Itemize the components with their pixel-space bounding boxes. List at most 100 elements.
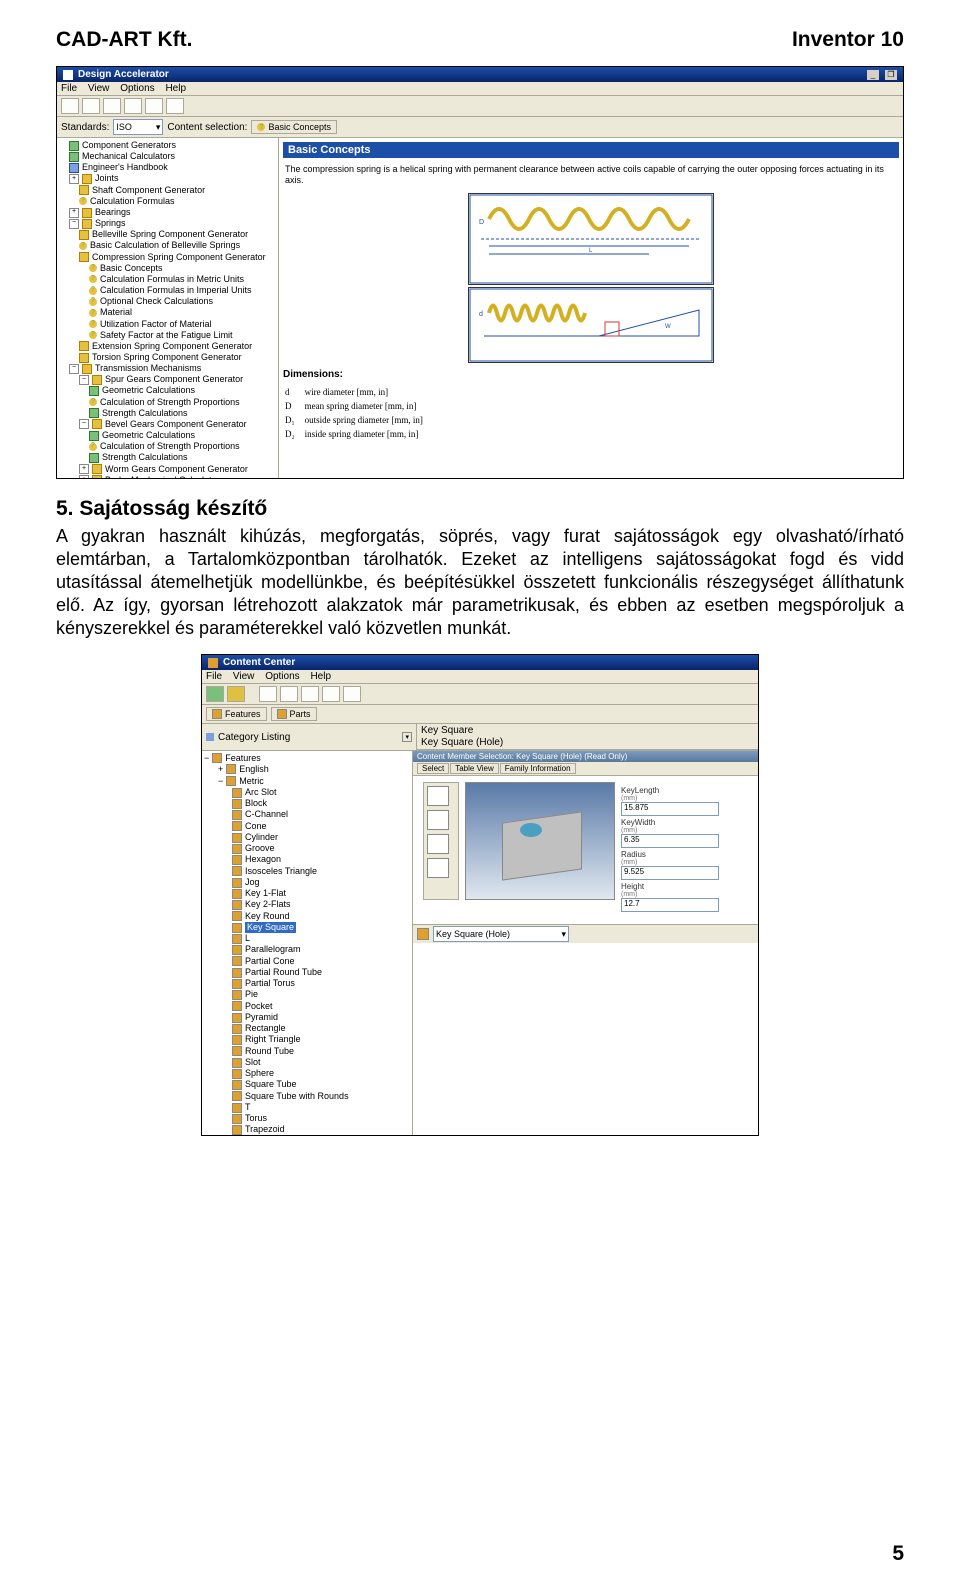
toolbar-button[interactable] bbox=[82, 98, 100, 114]
tree-item[interactable]: Mechanical Calculators bbox=[82, 151, 175, 162]
view-button[interactable] bbox=[427, 834, 449, 854]
tree-item[interactable]: Key 2-Flats bbox=[245, 899, 291, 910]
tree-item[interactable]: L bbox=[245, 933, 250, 944]
item-key-square-hole[interactable]: Key Square (Hole) bbox=[421, 737, 503, 748]
tree-item[interactable]: Square Tube bbox=[245, 1079, 297, 1090]
tree-item[interactable]: Safety Factor at the Fatigue Limit bbox=[100, 330, 233, 341]
tree-item[interactable]: Parallelogram bbox=[245, 944, 301, 955]
menu-options[interactable]: Options bbox=[120, 83, 154, 94]
tab-family-info[interactable]: Family Information bbox=[500, 763, 576, 774]
menu-view[interactable]: View bbox=[233, 671, 255, 682]
tree-item[interactable]: Worm Gears Component Generator bbox=[105, 464, 248, 475]
toolbar-button[interactable] bbox=[206, 686, 224, 702]
tree-item[interactable]: Component Generators bbox=[82, 140, 176, 151]
collapse-icon[interactable]: − bbox=[218, 776, 223, 787]
tree-item[interactable]: Right Triangle bbox=[245, 1034, 301, 1045]
tree-item[interactable]: Features bbox=[225, 753, 261, 764]
tree-item[interactable]: Bearings bbox=[95, 207, 131, 218]
expand-icon[interactable]: + bbox=[69, 208, 79, 218]
tree-item[interactable]: Springs bbox=[95, 218, 126, 229]
title-bar[interactable]: Design Accelerator _ ❐ bbox=[57, 67, 903, 82]
toolbar-button[interactable] bbox=[124, 98, 142, 114]
toolbar-button[interactable] bbox=[322, 686, 340, 702]
tree-item[interactable]: Engineer's Handbook bbox=[82, 162, 168, 173]
tree-panel[interactable]: Component Generators Mechanical Calculat… bbox=[57, 138, 279, 478]
toolbar-button[interactable] bbox=[103, 98, 121, 114]
tree-item[interactable]: Square Tube with Rounds bbox=[245, 1091, 349, 1102]
tree-item[interactable]: Pocket bbox=[245, 1001, 273, 1012]
tree-item[interactable]: Transmission Mechanisms bbox=[95, 363, 201, 374]
tree-item[interactable]: Partial Torus bbox=[245, 978, 295, 989]
tree-item[interactable]: Jog bbox=[245, 877, 260, 888]
tree-item[interactable]: Calculation Formulas in Metric Units bbox=[100, 274, 244, 285]
tree-item[interactable]: Calculation of Strength Proportions bbox=[100, 397, 240, 408]
tree-item[interactable]: Joints bbox=[95, 173, 119, 184]
maximize-button[interactable]: ❐ bbox=[885, 70, 897, 80]
menu-view[interactable]: View bbox=[88, 83, 110, 94]
property-input[interactable]: 12.7 bbox=[621, 898, 719, 912]
tree-item[interactable]: Calculation Formulas in Imperial Units bbox=[100, 285, 252, 296]
item-key-square[interactable]: Key Square bbox=[421, 725, 473, 736]
tree-item[interactable]: Partial Round Tube bbox=[245, 967, 322, 978]
expand-icon[interactable]: + bbox=[69, 174, 79, 184]
collapse-icon[interactable]: − bbox=[69, 364, 79, 374]
tree-item[interactable]: Metric bbox=[239, 776, 264, 787]
toolbar-button[interactable] bbox=[343, 686, 361, 702]
expand-icon[interactable]: + bbox=[79, 464, 89, 474]
property-input[interactable]: 9.525 bbox=[621, 866, 719, 880]
collapse-icon[interactable]: − bbox=[79, 419, 89, 429]
collapse-icon[interactable]: − bbox=[69, 219, 79, 229]
tree-item[interactable]: Sphere bbox=[245, 1068, 274, 1079]
tree-item[interactable]: Belleville Spring Component Generator bbox=[92, 229, 248, 240]
tree-item[interactable]: Cone bbox=[245, 821, 267, 832]
view-button[interactable] bbox=[427, 786, 449, 806]
tree-item[interactable]: Basic Calculation of Belleville Springs bbox=[90, 240, 240, 251]
tree-item[interactable]: Strength Calculations bbox=[102, 452, 188, 463]
standards-select[interactable]: ISO▾ bbox=[113, 119, 163, 135]
minimize-button[interactable]: _ bbox=[867, 70, 879, 80]
tree-item[interactable]: Strength Calculations bbox=[102, 408, 188, 419]
bottom-select[interactable]: Key Square (Hole)▾ bbox=[433, 926, 569, 942]
tree-item[interactable]: Utilization Factor of Material bbox=[100, 319, 212, 330]
tree-item[interactable]: Torsion Spring Component Generator bbox=[92, 352, 242, 363]
tab-table-view[interactable]: Table View bbox=[450, 763, 499, 774]
view-button[interactable] bbox=[427, 858, 449, 878]
preview-thumbnail[interactable] bbox=[465, 782, 615, 900]
tab-parts[interactable]: Parts bbox=[271, 707, 317, 721]
tree-item[interactable]: Isosceles Triangle bbox=[245, 866, 317, 877]
tree-item[interactable]: Key Square bbox=[245, 922, 296, 933]
tree-item[interactable]: Partial Cone bbox=[245, 956, 295, 967]
tree-item[interactable]: Pyramid bbox=[245, 1012, 278, 1023]
property-input[interactable]: 15.875 bbox=[621, 802, 719, 816]
collapse-icon[interactable]: − bbox=[204, 753, 209, 764]
menu-help[interactable]: Help bbox=[310, 671, 331, 682]
view-button[interactable] bbox=[427, 810, 449, 830]
tree-item[interactable]: Round Tube bbox=[245, 1046, 294, 1057]
tree-item[interactable]: Trapezoid bbox=[245, 1124, 285, 1135]
toolbar-button[interactable] bbox=[145, 98, 163, 114]
toolbar-button[interactable] bbox=[301, 686, 319, 702]
tree-item[interactable]: Hexagon bbox=[245, 854, 281, 865]
tree-item[interactable]: Rectangle bbox=[245, 1023, 286, 1034]
toolbar-button[interactable] bbox=[227, 686, 245, 702]
tree-item[interactable]: Optional Check Calculations bbox=[100, 296, 213, 307]
tree-item[interactable]: Block bbox=[245, 798, 267, 809]
tree-item[interactable]: Arc Slot bbox=[245, 787, 277, 798]
tree-item[interactable]: Geometric Calculations bbox=[102, 385, 195, 396]
tree-item[interactable]: Torus bbox=[245, 1113, 267, 1124]
tree-item[interactable]: T bbox=[245, 1102, 251, 1113]
menu-file[interactable]: File bbox=[61, 83, 77, 94]
tree-item[interactable]: Shaft Component Generator bbox=[92, 185, 205, 196]
menu-file[interactable]: File bbox=[206, 671, 222, 682]
property-input[interactable]: 6.35 bbox=[621, 834, 719, 848]
title-bar[interactable]: Content Center bbox=[202, 655, 758, 670]
toolbar-button[interactable] bbox=[280, 686, 298, 702]
tree-item[interactable]: Compression Spring Component Generator bbox=[92, 252, 266, 263]
tree-item[interactable]: Key Round bbox=[245, 911, 290, 922]
tree-item[interactable]: Calculation of Strength Proportions bbox=[100, 441, 240, 452]
menu-options[interactable]: Options bbox=[265, 671, 299, 682]
tree-item[interactable]: C-Channel bbox=[245, 809, 288, 820]
features-tree[interactable]: −Features +English −Metric Arc SlotBlock… bbox=[202, 751, 413, 1135]
tree-item[interactable]: Basic Concepts bbox=[100, 263, 163, 274]
tree-item[interactable]: Spur Gears Component Generator bbox=[105, 374, 243, 385]
